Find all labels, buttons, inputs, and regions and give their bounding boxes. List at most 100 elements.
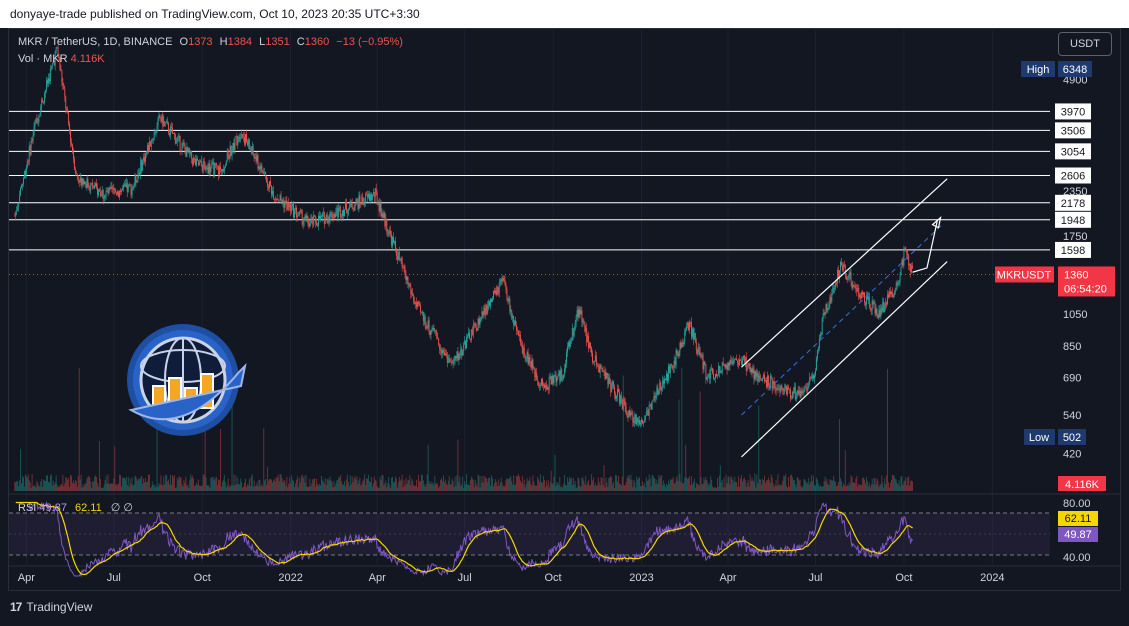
projection-path — [912, 219, 939, 273]
volume-bar — [573, 484, 575, 491]
candle-body — [562, 378, 564, 380]
volume-bar — [892, 475, 894, 491]
volume-bar — [756, 474, 758, 491]
volume-bar — [56, 484, 58, 491]
volume-bar — [603, 465, 605, 491]
volume-bar — [55, 475, 57, 491]
volume-bar — [376, 486, 378, 491]
candle-body — [329, 212, 331, 222]
candle-body — [137, 174, 139, 183]
volume-bar — [671, 479, 673, 491]
currency-button[interactable]: USDT — [1058, 32, 1112, 56]
volume-bar — [19, 480, 21, 491]
volume-bar — [356, 476, 358, 491]
candle-body — [48, 78, 50, 82]
volume-bar — [200, 485, 202, 491]
candle-body — [28, 146, 30, 162]
candle-body — [260, 165, 262, 170]
volume-bar — [145, 478, 146, 491]
candle-body — [832, 288, 834, 294]
candle-body — [705, 364, 707, 380]
volume-bar — [489, 477, 491, 491]
volume-bar — [103, 484, 105, 491]
volume-bar — [639, 477, 641, 491]
volume-bar — [828, 484, 830, 491]
candle-body — [375, 188, 377, 193]
candle-body — [459, 353, 461, 356]
volume-bar — [648, 474, 650, 491]
candle-body — [799, 390, 801, 397]
volume-bar — [644, 487, 646, 491]
candle-body — [835, 282, 837, 288]
volume-bar — [741, 481, 743, 491]
volume-bar — [116, 484, 118, 491]
volume-bar — [126, 485, 128, 491]
volume-bar — [438, 487, 440, 491]
candle-body — [398, 252, 400, 260]
volume-bar — [50, 474, 52, 491]
candle-body — [450, 362, 452, 363]
candle-body — [744, 357, 746, 363]
volume-bar — [161, 484, 163, 491]
candle-body — [310, 219, 312, 223]
volume-bar — [592, 477, 594, 491]
candle-body — [457, 351, 459, 361]
volume-bar — [725, 474, 727, 491]
volume-bar — [278, 481, 280, 491]
volume-bar — [113, 478, 115, 491]
volume-bar — [417, 487, 418, 491]
volume-bar — [702, 483, 704, 491]
volume-bar — [196, 484, 198, 491]
high-label: H — [219, 36, 228, 48]
volume-bar — [641, 486, 642, 491]
candle-body — [544, 384, 546, 389]
volume-bar — [860, 484, 862, 491]
volume-bar — [832, 480, 834, 491]
candle-body — [851, 281, 853, 289]
candle-body — [290, 203, 292, 212]
volume-bar — [704, 480, 706, 491]
volume-bar — [740, 478, 741, 491]
candle-body — [818, 338, 820, 348]
candle-body — [66, 108, 68, 110]
volume-bar — [118, 483, 120, 491]
volume-bar — [581, 477, 583, 491]
volume-bar — [840, 478, 841, 491]
volume-bar — [380, 480, 382, 491]
volume-bar — [699, 391, 701, 491]
volume-bar — [910, 481, 912, 491]
footer-brand[interactable]: 17 TradingView — [10, 600, 92, 614]
volume-bar — [575, 487, 577, 491]
volume-bar — [289, 477, 291, 491]
candle-body — [246, 133, 247, 142]
candle-body — [455, 356, 457, 358]
volume-bar — [408, 480, 410, 491]
candle-body — [692, 328, 694, 340]
volume-bar — [616, 475, 617, 491]
candle-body — [715, 373, 716, 378]
volume-bar — [49, 475, 51, 491]
volume-bar — [805, 481, 807, 491]
chart-canvas[interactable]: Apr Jul Oct 2022 Apr Jul Oct 2023 Apr Jul Oct 20243… — [0, 0, 1129, 626]
candle-body — [145, 153, 146, 162]
candle-body — [821, 318, 823, 335]
volume-bar — [174, 487, 176, 491]
candle-body — [93, 187, 95, 189]
volume-bar — [835, 481, 837, 491]
volume-bar — [18, 486, 20, 491]
volume-bar — [117, 485, 119, 491]
volume-bar — [598, 482, 600, 491]
level-tag-label: 2178 — [1061, 198, 1085, 210]
volume-bar — [763, 480, 765, 491]
volume-bar — [530, 484, 532, 491]
channel-upper-line — [741, 178, 948, 368]
candle-body — [793, 386, 795, 393]
volume-bar — [783, 475, 785, 491]
volume-bar — [210, 478, 212, 491]
price-tick-label: 690 — [1063, 373, 1081, 385]
candle-body — [368, 193, 369, 198]
volume-bar — [898, 480, 900, 491]
candle-body — [308, 224, 310, 228]
volume-bar — [863, 477, 864, 491]
candle-body — [551, 375, 553, 385]
